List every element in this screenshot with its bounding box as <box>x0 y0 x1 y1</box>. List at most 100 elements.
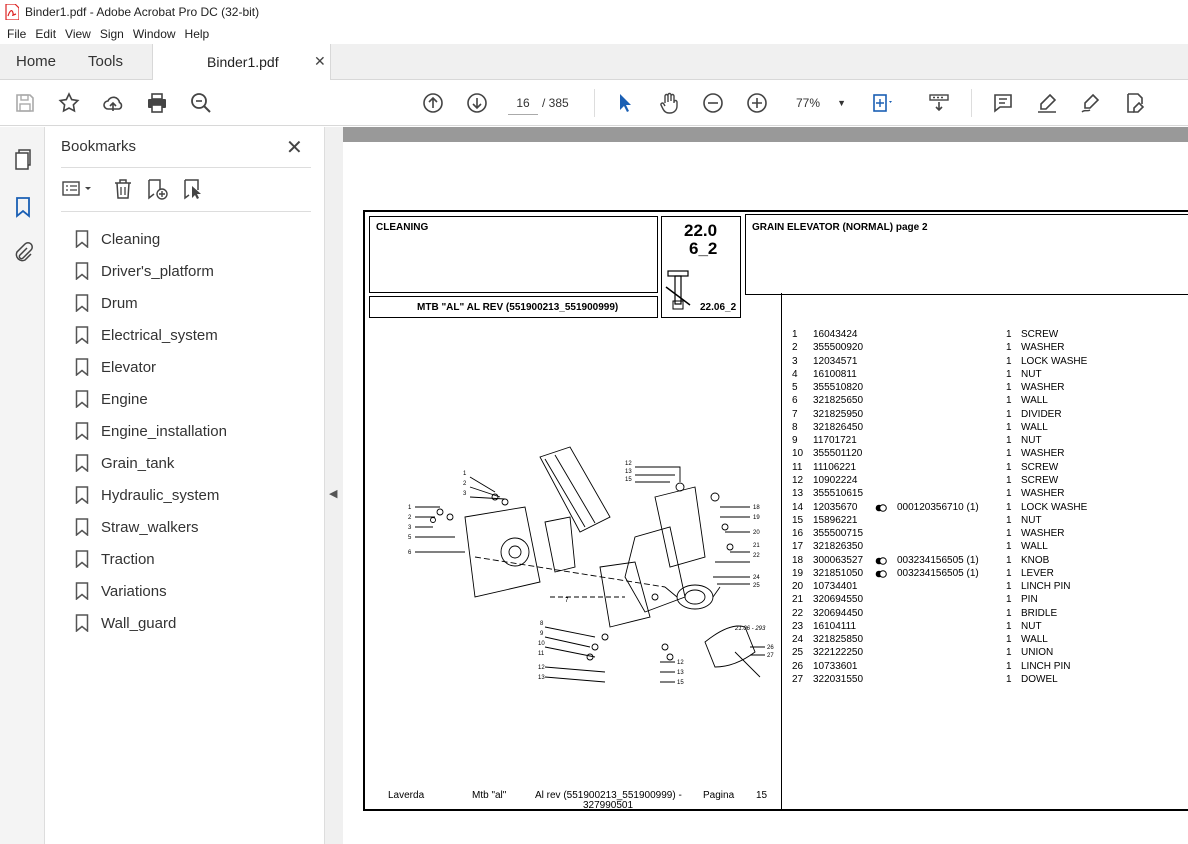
menu-edit[interactable]: Edit <box>35 27 56 41</box>
new-bookmark-icon[interactable] <box>145 177 169 201</box>
bookmark-item[interactable]: Driver's_platform <box>75 255 227 287</box>
menu-sign[interactable]: Sign <box>100 27 124 41</box>
part-qty: 1 <box>1006 342 1012 354</box>
svg-text:1: 1 <box>408 505 412 511</box>
bookmark-item[interactable]: Grain_tank <box>75 447 227 479</box>
section-thumbnail-icon <box>665 270 691 310</box>
zoom-level-select[interactable]: 77% ▼ <box>788 91 850 115</box>
part-code: 322122250 <box>813 647 864 659</box>
svg-text:3: 3 <box>463 491 467 497</box>
page-up-icon[interactable] <box>421 91 445 115</box>
part-description: WASHER <box>1021 382 1065 394</box>
draw-sign-icon[interactable] <box>1079 91 1103 115</box>
table-row: 2 355500920 1 WASHER <box>792 342 1182 355</box>
comment-icon[interactable] <box>991 91 1015 115</box>
part-code: 320694550 <box>813 594 864 606</box>
print-icon[interactable] <box>145 91 169 115</box>
bookmark-item[interactable]: Elevator <box>75 351 227 383</box>
bookmark-item[interactable]: Cleaning <box>75 223 227 255</box>
close-tab-icon[interactable]: ✕ <box>314 53 326 70</box>
section-title: CLEANING <box>376 222 429 233</box>
document-tab-label: Binder1.pdf <box>207 54 279 70</box>
table-row: 8 321826450 1 WALL <box>792 422 1182 435</box>
part-code: 321826450 <box>813 421 864 433</box>
bookmarks-panel: Bookmarks ✕ Cleaning Driver's_platform D… <box>45 127 325 844</box>
part-code: 16100811 <box>813 368 857 380</box>
hand-tool-icon[interactable] <box>657 91 681 115</box>
menu-help[interactable]: Help <box>185 27 210 41</box>
part-index: 2 <box>792 342 798 354</box>
model-title: MTB "AL" AL REV (551900213_551900999) <box>417 302 619 313</box>
svg-text:10: 10 <box>538 641 545 647</box>
part-description: WASHER <box>1021 528 1065 540</box>
part-alt-code: 003234156505 (1) <box>897 567 979 579</box>
svg-text:11: 11 <box>538 651 545 657</box>
delete-bookmark-icon[interactable] <box>111 177 135 201</box>
tab-tools[interactable]: Tools <box>88 44 123 80</box>
part-index: 27 <box>792 674 804 686</box>
part-code: 15896221 <box>813 514 858 526</box>
bookmark-item[interactable]: Hydraulic_system <box>75 479 227 511</box>
bookmark-options-button[interactable] <box>61 177 97 201</box>
fit-page-icon[interactable] <box>871 91 895 115</box>
part-alt-code: 003234156505 (1) <box>897 554 979 566</box>
part-description: WASHER <box>1021 488 1065 500</box>
svg-text:7: 7 <box>565 598 569 604</box>
tab-home[interactable]: Home <box>16 44 56 80</box>
bookmark-ribbon-icon <box>75 582 89 600</box>
attachments-paperclip-icon[interactable] <box>11 241 35 265</box>
svg-text:13: 13 <box>538 675 545 681</box>
panel-splitter[interactable] <box>325 127 343 844</box>
svg-text:2: 2 <box>408 515 412 521</box>
share-upload-icon[interactable] <box>101 91 125 115</box>
part-qty: 1 <box>1006 382 1012 394</box>
scroll-mode-icon[interactable] <box>927 91 951 115</box>
menu-view[interactable]: View <box>65 27 91 41</box>
part-qty: 1 <box>1006 329 1012 340</box>
save-icon[interactable] <box>13 91 37 115</box>
menu-window[interactable]: Window <box>133 27 176 41</box>
bookmark-label: Engine_installation <box>101 422 227 440</box>
tab-document[interactable]: Binder1.pdf ✕ <box>152 44 331 81</box>
bookmark-item[interactable]: Engine_installation <box>75 415 227 447</box>
part-description: UNION <box>1021 647 1054 659</box>
bookmark-item[interactable]: Wall_guard <box>75 607 227 639</box>
collapse-panel-icon[interactable]: ◀ <box>329 487 337 500</box>
select-cursor-icon[interactable] <box>613 91 637 115</box>
part-description: NUT <box>1021 435 1042 447</box>
menu-file[interactable]: File <box>7 27 26 41</box>
page-down-icon[interactable] <box>465 91 489 115</box>
zoom-out-icon[interactable] <box>701 91 725 115</box>
search-zoom-icon[interactable] <box>189 91 213 115</box>
svg-text:2: 2 <box>463 481 467 487</box>
part-qty: 1 <box>1006 474 1012 486</box>
table-row: 23 16104111 1 NUT <box>792 621 1182 634</box>
part-qty: 1 <box>1006 421 1012 433</box>
bookmark-item[interactable]: Variations <box>75 575 227 607</box>
bookmark-item[interactable]: Traction <box>75 543 227 575</box>
svg-text:15: 15 <box>625 477 632 483</box>
part-qty: 1 <box>1006 501 1012 513</box>
bookmarks-panel-icon[interactable] <box>11 195 35 219</box>
zoom-in-icon[interactable] <box>745 91 769 115</box>
page-number-input[interactable]: 16 <box>508 91 538 115</box>
bookmark-item[interactable]: Drum <box>75 287 227 319</box>
highlight-pen-icon[interactable] <box>1035 91 1059 115</box>
table-row: 6 321825650 1 WALL <box>792 395 1182 408</box>
part-index: 15 <box>792 514 804 526</box>
fill-sign-icon[interactable] <box>1123 91 1147 115</box>
bookmark-item[interactable]: Engine <box>75 383 227 415</box>
bookmark-item[interactable]: Electrical_system <box>75 319 227 351</box>
page-thumbnails-icon[interactable] <box>11 147 35 171</box>
find-bookmark-icon[interactable] <box>181 177 205 201</box>
part-code: 10902224 <box>813 474 858 486</box>
bookmark-ribbon-icon <box>75 614 89 632</box>
close-panel-icon[interactable]: ✕ <box>286 135 303 160</box>
bookmark-item[interactable]: Straw_walkers <box>75 511 227 543</box>
bookmark-list: Cleaning Driver's_platform Drum Electric… <box>75 223 227 639</box>
star-bookmark-icon[interactable] <box>57 91 81 115</box>
bookmark-ribbon-icon <box>75 230 89 248</box>
part-code: 16043424 <box>813 329 858 340</box>
part-index: 1 <box>792 329 798 340</box>
part-index: 18 <box>792 554 804 566</box>
